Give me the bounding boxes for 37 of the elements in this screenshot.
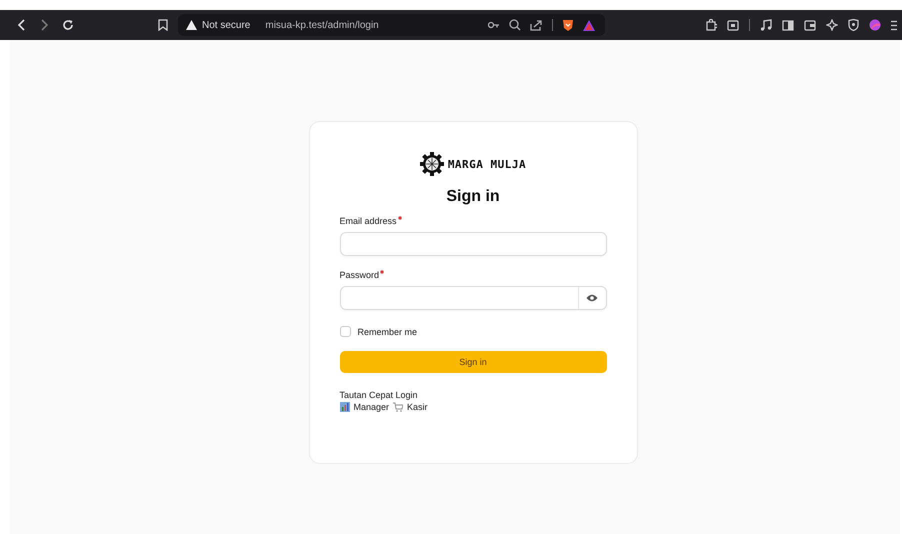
security-label: Not secure [202,20,250,30]
sign-in-button[interactable]: Sign in [340,351,606,373]
key-icon[interactable] [488,21,500,29]
shield-icon[interactable] [562,18,574,32]
puzzle-icon[interactable] [705,19,717,31]
sidebar-icon[interactable] [782,20,794,30]
eye-icon [586,294,598,302]
share-icon[interactable] [530,19,543,31]
sparkle-icon[interactable] [826,19,838,31]
email-field[interactable] [340,232,606,256]
url-text: misua-kp.test/admin/login [265,20,379,30]
search-icon[interactable] [509,19,521,31]
chart-icon [340,402,350,412]
menu-icon[interactable] [891,20,897,30]
quick-login-link[interactable]: Manager [354,402,390,412]
page-title: Sign in [445,188,501,206]
quick-login-link[interactable]: Kasir [407,402,428,412]
reload-icon[interactable] [62,19,74,31]
bookmark-icon[interactable] [158,19,168,31]
forward-icon[interactable] [40,19,48,31]
tab-icon[interactable] [727,20,739,30]
music-icon[interactable] [760,19,772,31]
password-field[interactable] [340,286,606,310]
triangle-icon[interactable] [583,20,595,30]
wallet-icon[interactable] [804,20,816,30]
quick-links-title: Tautan Cepat Login [340,390,418,400]
address-bar[interactable]: Not secure misua-kp.test/admin/login [178,14,605,36]
remember-label: Remember me [358,326,418,336]
remember-checkbox[interactable] [340,326,350,337]
shield-icon[interactable] [848,19,859,31]
field-label: Email address [340,216,397,226]
warning-icon [186,20,197,30]
avatar-icon[interactable] [869,19,881,31]
field-label: Password [340,270,380,280]
cart-icon [393,402,404,412]
back-icon[interactable] [18,19,26,31]
logo-text: MARGA MULJA [448,158,526,170]
